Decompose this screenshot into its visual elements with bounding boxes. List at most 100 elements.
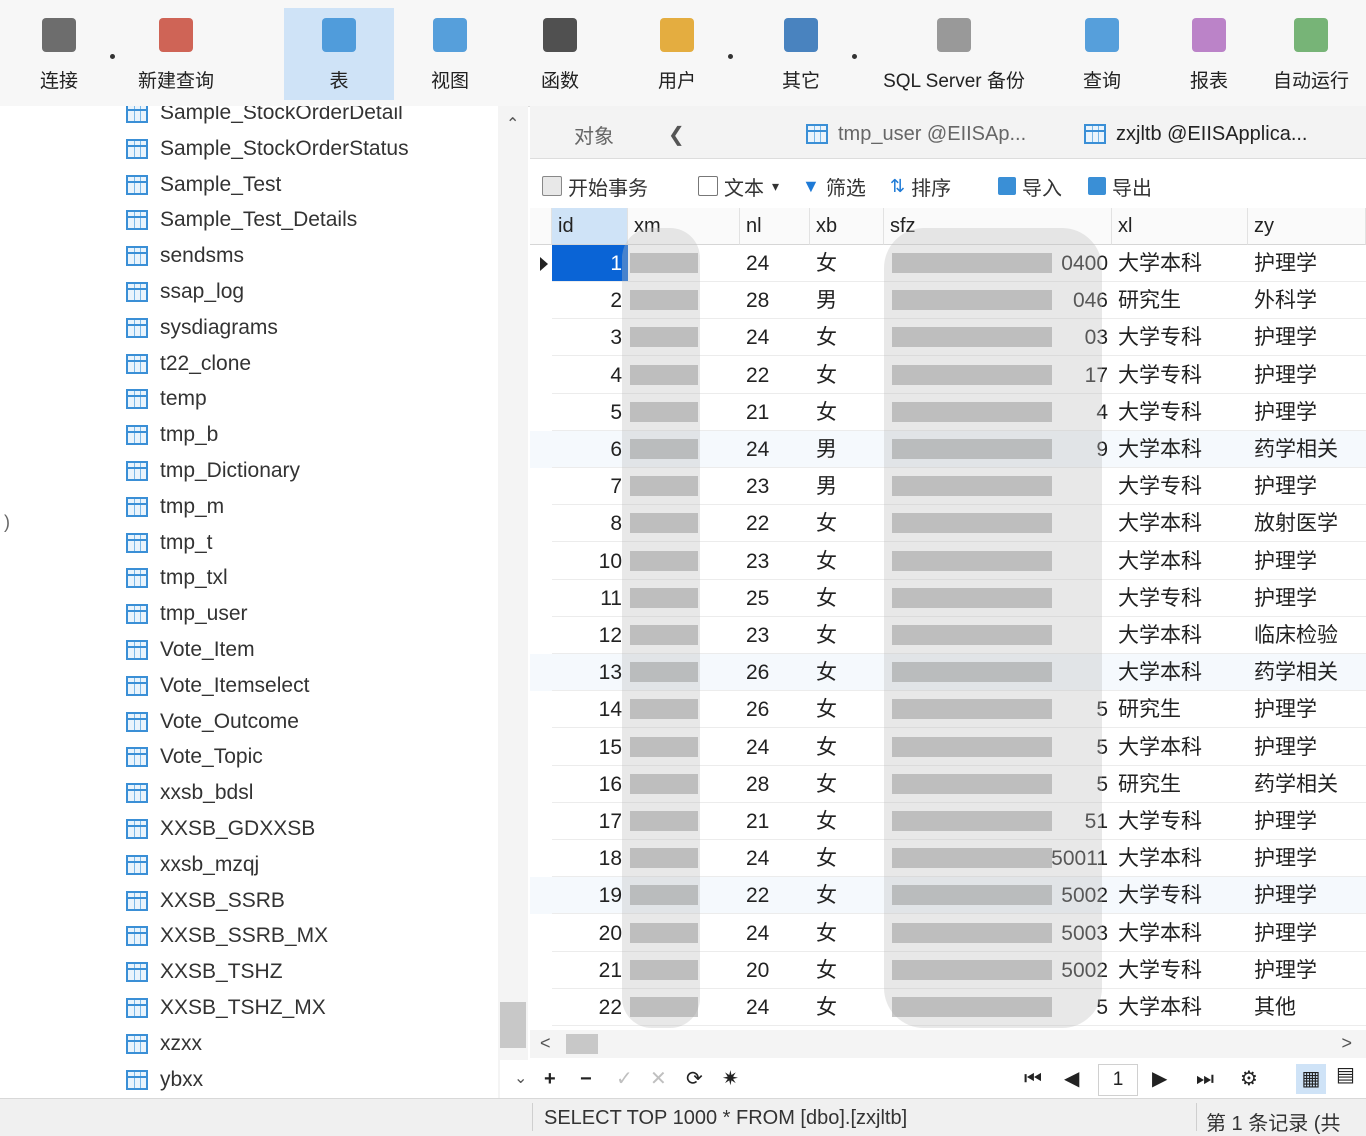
column-header-zy[interactable]: zy: [1248, 208, 1366, 245]
cell-zy[interactable]: 护理学: [1248, 952, 1366, 989]
toolbar-button-1[interactable]: 新建查询: [124, 8, 228, 100]
add-record-icon[interactable]: +: [544, 1068, 556, 1090]
tree-item-table[interactable]: Sample_Test: [126, 170, 281, 200]
grid-scroll-thumb[interactable]: [566, 1034, 598, 1054]
cell-zy[interactable]: 护理学: [1248, 543, 1366, 580]
dropdown-dot-icon[interactable]: [110, 54, 115, 59]
cell-xb[interactable]: 女: [810, 617, 884, 654]
cell-nl[interactable]: 22: [740, 505, 810, 543]
tree-item-table[interactable]: tmp_t: [126, 528, 213, 558]
cell-xl[interactable]: 大学本科: [1112, 431, 1248, 468]
dropdown-dot-icon[interactable]: [852, 54, 857, 59]
tree-item-table[interactable]: Vote_Item: [126, 635, 255, 665]
cell-nl[interactable]: 21: [740, 803, 810, 840]
cell-xl[interactable]: 研究生: [1112, 282, 1248, 320]
apply-check-icon[interactable]: ✓: [616, 1068, 633, 1090]
cell-zy[interactable]: 护理学: [1248, 357, 1366, 394]
cell-id[interactable]: 18: [552, 840, 628, 878]
cell-xl[interactable]: 大学本科: [1112, 617, 1248, 654]
tree-item-table[interactable]: Sample_Test_Details: [126, 205, 357, 235]
cell-xb[interactable]: 男: [810, 282, 884, 320]
cell-nl[interactable]: 24: [740, 319, 810, 357]
cell-zy[interactable]: 护理学: [1248, 245, 1366, 282]
cell-id[interactable]: 8: [552, 505, 628, 543]
cell-nl[interactable]: 21: [740, 394, 810, 431]
tree-item-table[interactable]: xzxx: [126, 1029, 202, 1059]
cell-xb[interactable]: 女: [810, 877, 884, 915]
tree-item-table[interactable]: tmp_user: [126, 599, 248, 629]
tab-zxjltb[interactable]: zxjltb @EIISApplica...: [1084, 114, 1307, 154]
cell-xb[interactable]: 女: [810, 766, 884, 803]
grid-view-icon[interactable]: ▦: [1296, 1064, 1326, 1094]
cell-xl[interactable]: 大学本科: [1112, 245, 1248, 282]
refresh-icon[interactable]: ⟳: [686, 1068, 703, 1090]
tree-item-table[interactable]: XXSB_SSRB: [126, 886, 285, 916]
cell-xl[interactable]: 大学本科: [1112, 505, 1248, 543]
cell-zy[interactable]: 药学相关: [1248, 654, 1366, 692]
tree-item-table[interactable]: tmp_b: [126, 420, 218, 450]
discard-x-icon[interactable]: ✕: [650, 1068, 667, 1090]
cell-zy[interactable]: 药学相关: [1248, 431, 1366, 468]
cell-nl[interactable]: 20: [740, 952, 810, 989]
chevron-down-icon[interactable]: ⌄: [514, 1068, 527, 1090]
import-button[interactable]: 导入: [998, 170, 1062, 202]
cell-xl[interactable]: 大学本科: [1112, 654, 1248, 692]
cell-id[interactable]: 4: [552, 357, 628, 394]
text-view-button[interactable]: 文本 ▾: [698, 170, 779, 202]
tab-objects[interactable]: 对象: [574, 114, 614, 154]
cell-zy[interactable]: 护理学: [1248, 729, 1366, 766]
panel-collapse-handle[interactable]: ): [4, 512, 10, 533]
cell-xb[interactable]: 女: [810, 394, 884, 431]
tree-item-table[interactable]: XXSB_TSHZ_MX: [126, 993, 326, 1023]
cell-xb[interactable]: 女: [810, 319, 884, 357]
tab-scroll-left-icon[interactable]: ❮: [668, 114, 685, 154]
cell-xb[interactable]: 女: [810, 952, 884, 989]
page-number-input[interactable]: 1: [1098, 1064, 1138, 1096]
cell-nl[interactable]: 24: [740, 989, 810, 1026]
tab-tmp-user[interactable]: tmp_user @EIISAp...: [806, 114, 1026, 154]
cell-id[interactable]: 5: [552, 394, 628, 431]
tree-item-table[interactable]: Sample_StockOrderStatus: [126, 134, 409, 164]
tree-item-table[interactable]: tmp_Dictionary: [126, 456, 300, 486]
cell-nl[interactable]: 24: [740, 915, 810, 952]
next-page-icon[interactable]: ▶: [1152, 1068, 1167, 1090]
settings-gear-icon[interactable]: ⚙: [1240, 1068, 1258, 1090]
cell-xb[interactable]: 女: [810, 803, 884, 840]
cell-xl[interactable]: 研究生: [1112, 766, 1248, 803]
cell-xb[interactable]: 女: [810, 543, 884, 580]
cell-id[interactable]: 21: [552, 952, 628, 989]
cell-id[interactable]: 22: [552, 989, 628, 1026]
tree-item-table[interactable]: sysdiagrams: [126, 313, 278, 343]
column-header-xl[interactable]: xl: [1112, 208, 1248, 245]
cell-xl[interactable]: 大学专科: [1112, 319, 1248, 357]
cell-nl[interactable]: 24: [740, 840, 810, 878]
column-header-nl[interactable]: nl: [740, 208, 810, 245]
cell-nl[interactable]: 26: [740, 691, 810, 729]
tree-scroll-thumb[interactable]: [500, 1002, 526, 1048]
cell-xb[interactable]: 女: [810, 654, 884, 692]
cell-xl[interactable]: 大学本科: [1112, 840, 1248, 878]
cell-nl[interactable]: 22: [740, 357, 810, 394]
cell-xl[interactable]: 大学专科: [1112, 357, 1248, 394]
cell-id[interactable]: 1: [552, 245, 628, 282]
scroll-up-arrow-icon[interactable]: ⌃: [506, 114, 519, 134]
cell-xb[interactable]: 女: [810, 505, 884, 543]
scroll-right-arrow-icon[interactable]: >: [1341, 1033, 1352, 1054]
cell-xb[interactable]: 女: [810, 245, 884, 282]
toolbar-button-6[interactable]: 其它: [768, 8, 834, 100]
cell-xl[interactable]: 大学专科: [1112, 580, 1248, 617]
cell-nl[interactable]: 24: [740, 245, 810, 282]
cell-id[interactable]: 13: [552, 654, 628, 692]
scroll-left-arrow-icon[interactable]: <: [540, 1033, 551, 1054]
tree-item-table[interactable]: ssap_log: [126, 277, 244, 307]
cell-zy[interactable]: 护理学: [1248, 803, 1366, 840]
cell-zy[interactable]: 护理学: [1248, 319, 1366, 357]
cell-zy[interactable]: 护理学: [1248, 915, 1366, 952]
cell-zy[interactable]: 其他: [1248, 989, 1366, 1026]
cell-zy[interactable]: 护理学: [1248, 877, 1366, 915]
cell-id[interactable]: 2: [552, 282, 628, 320]
tree-item-table[interactable]: Sample_StockOrderDetail: [126, 106, 403, 128]
cell-xl[interactable]: 大学专科: [1112, 803, 1248, 840]
cell-nl[interactable]: 24: [740, 729, 810, 766]
cell-xl[interactable]: 大学专科: [1112, 394, 1248, 431]
